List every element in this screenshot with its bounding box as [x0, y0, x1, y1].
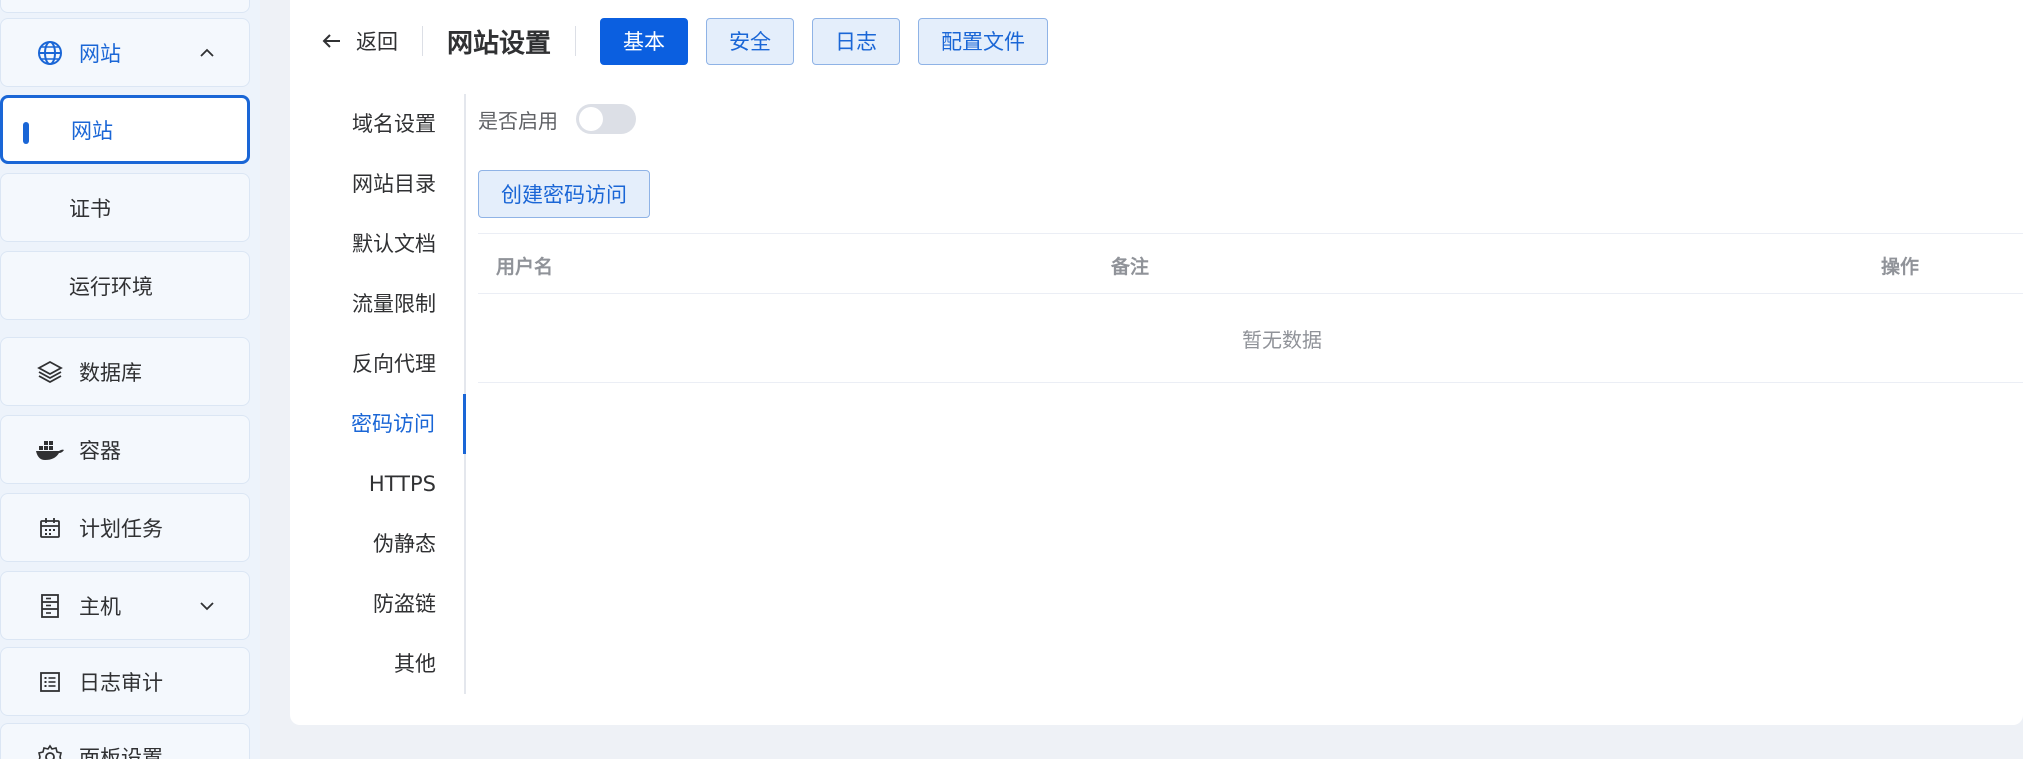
sidebar-item-label: 运行环境 — [69, 274, 153, 299]
sidebar-item-label: 数据库 — [79, 360, 142, 385]
table-empty-row: 暂无数据 — [478, 294, 2023, 383]
sidebar-item-container[interactable]: 容器 — [0, 415, 250, 484]
chevron-up-icon[interactable] — [197, 43, 217, 63]
sidebar-item-runtime[interactable]: 运行环境 — [0, 251, 250, 320]
side-tab-hotlink[interactable]: 防盗链 — [290, 574, 464, 634]
settings-side-tabs: 域名设置 网站目录 默认文档 流量限制 反向代理 密码访问 HTTPS 伪静态 … — [290, 94, 466, 694]
sidebar-item-label: 网站 — [71, 118, 113, 143]
tab-config-file[interactable]: 配置文件 — [918, 17, 1049, 65]
page-title: 网站设置 — [447, 28, 552, 59]
empty-text: 暂无数据 — [1242, 328, 1322, 352]
column-header-remark: 备注 — [1111, 256, 1150, 278]
server-icon — [35, 591, 65, 621]
sidebar-item-label: 计划任务 — [79, 516, 163, 541]
back-label: 返回 — [356, 30, 398, 54]
website-settings-panel: 返回 网站设置 基本 安全 日志 配置文件 域名设置 网站目录 默认文档 流量限… — [290, 0, 2023, 725]
docker-icon — [35, 435, 65, 465]
gear-icon — [35, 742, 65, 759]
table-header: 用户名 备注 操作 — [478, 233, 2023, 294]
side-tab-domain[interactable]: 域名设置 — [290, 94, 464, 154]
enable-toggle[interactable] — [576, 104, 636, 134]
sidebar-item-database[interactable]: 数据库 — [0, 337, 250, 406]
sidebar-item-label: 证书 — [69, 196, 111, 221]
column-header-username: 用户名 — [496, 256, 554, 278]
side-tab-site-dir[interactable]: 网站目录 — [290, 154, 464, 214]
arrow-left-icon — [322, 34, 340, 48]
side-tab-default-doc[interactable]: 默认文档 — [290, 214, 464, 274]
chevron-down-icon[interactable] — [197, 596, 217, 616]
sidebar-item-panel-settings[interactable]: 面板设置 — [0, 723, 250, 759]
sidebar-item-certificate[interactable]: 证书 — [0, 173, 250, 242]
sidebar-item-label: 面板设置 — [79, 746, 163, 759]
tab-security[interactable]: 安全 — [706, 17, 795, 65]
side-tab-rewrite[interactable]: 伪静态 — [290, 514, 464, 574]
header: 返回 网站设置 基本 安全 日志 配置文件 — [290, 16, 2023, 66]
layers-icon — [35, 357, 65, 387]
sidebar-item-label: 主机 — [79, 594, 121, 619]
side-tab-other[interactable]: 其他 — [290, 634, 464, 694]
sidebar-item-log-audit[interactable]: 日志审计 — [0, 647, 250, 716]
tab-basic[interactable]: 基本 — [600, 17, 689, 65]
password-access-table: 用户名 备注 操作 暂无数据 — [478, 233, 2023, 383]
calendar-icon — [35, 513, 65, 543]
sidebar-item-cron[interactable]: 计划任务 — [0, 493, 250, 562]
sidebar-item-label: 日志审计 — [79, 670, 163, 695]
sidebar-item-label: 网站 — [79, 41, 121, 66]
log-icon — [35, 667, 65, 697]
back-button[interactable]: 返回 — [320, 26, 398, 56]
column-header-actions: 操作 — [1881, 256, 1920, 278]
tab-log[interactable]: 日志 — [812, 17, 901, 65]
sidebar-item-label: 容器 — [79, 438, 121, 463]
enable-label: 是否启用 — [478, 108, 558, 133]
side-tab-reverse-proxy[interactable]: 反向代理 — [290, 334, 464, 394]
side-tab-https[interactable]: HTTPS — [290, 454, 464, 514]
sidebar-item-websites[interactable]: 网站 — [0, 18, 250, 87]
enable-row: 是否启用 — [478, 94, 2023, 144]
sidebar-item-host[interactable]: 主机 — [0, 571, 250, 640]
create-password-access-button[interactable]: 创建密码访问 — [478, 170, 650, 218]
sidebar-item-top-partial — [0, 0, 250, 13]
globe-icon — [35, 38, 65, 68]
divider — [422, 26, 423, 56]
sidebar: 网站 网站 证书 运行环境 数据库 容器 计划任务 主机 日志审计 面板设置 — [0, 0, 260, 759]
side-tab-rate-limit[interactable]: 流量限制 — [290, 274, 464, 334]
sidebar-item-website[interactable]: 网站 — [0, 95, 250, 164]
password-access-content: 是否启用 创建密码访问 用户名 备注 操作 暂无数据 — [478, 94, 2023, 383]
side-tab-password-access[interactable]: 密码访问 — [292, 394, 466, 454]
divider — [575, 26, 577, 56]
